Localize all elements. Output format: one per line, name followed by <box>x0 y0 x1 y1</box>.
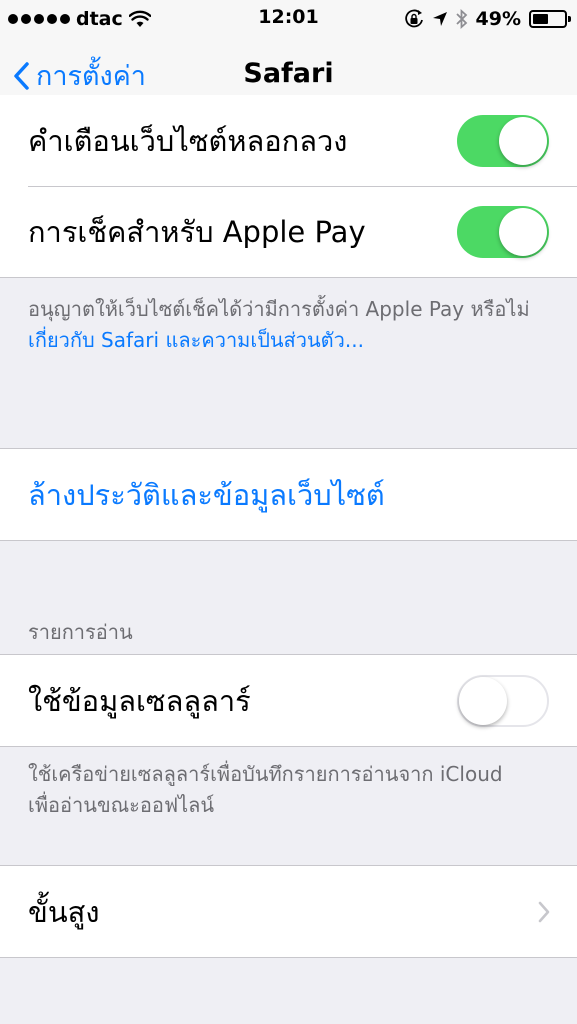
battery-icon <box>529 10 571 28</box>
apple-pay-check-toggle[interactable] <box>457 205 549 258</box>
cellular-data-row: ใช้ข้อมูลเซลลูลาร์ <box>0 655 577 746</box>
reading-list-footer: ใช้เครือข่ายเซลลูลาร์เพื่อบันทึกรายการอ่… <box>28 762 503 817</box>
advanced-label: ขั้นสูง <box>28 894 100 929</box>
page-title: Safari <box>243 58 334 89</box>
apple-pay-check-label: การเช็คสำหรับ Apple Pay <box>28 214 366 249</box>
advanced-row[interactable]: ขั้นสูง <box>0 866 577 957</box>
fraud-warning-toggle[interactable] <box>457 114 549 167</box>
chevron-right-icon <box>538 901 550 922</box>
fraud-warning-row: คำเตือนเว็บไซต์หลอกลวง <box>0 95 577 186</box>
location-icon <box>432 12 447 26</box>
fraud-warning-label: คำเตือนเว็บไซต์หลอกลวง <box>28 123 348 158</box>
clear-history-label: ล้างประวัติและข้อมูลเว็บไซต์ <box>28 477 385 512</box>
status-right: 49% <box>404 6 571 32</box>
advanced-group: ขั้นสูง <box>0 865 577 958</box>
clear-history-button[interactable]: ล้างประวัติและข้อมูลเว็บไซต์ <box>0 449 577 540</box>
safari-settings-screen: dtac 12:01 49% การตั้งค่า Safari คำเตือน… <box>0 0 577 1024</box>
cellular-data-toggle[interactable] <box>457 674 549 727</box>
safari-privacy-link[interactable]: เกี่ยวกับ Safari และความเป็นส่วนตัว... <box>28 325 553 356</box>
apple-pay-footer-text: อนุญาตให้เว็บไซต์เช็คได้ว่ามีการตั้งค่า … <box>28 297 530 321</box>
status-bar: dtac 12:01 49% <box>0 0 577 40</box>
reading-list-group: ใช้ข้อมูลเซลลูลาร์ <box>0 654 577 747</box>
clear-history-group: ล้างประวัติและข้อมูลเว็บไซต์ <box>0 448 577 541</box>
cellular-data-label: ใช้ข้อมูลเซลลูลาร์ <box>28 683 251 718</box>
orientation-lock-icon <box>404 9 423 28</box>
reading-list-header: รายการอ่าน <box>28 620 133 644</box>
apple-pay-check-row: การเช็คสำหรับ Apple Pay <box>0 186 577 277</box>
battery-percent: 49% <box>475 8 521 30</box>
security-group: คำเตือนเว็บไซต์หลอกลวง การเช็คสำหรับ App… <box>0 95 577 278</box>
apple-pay-footer: อนุญาตให้เว็บไซต์เช็คได้ว่ามีการตั้งค่า … <box>28 294 553 356</box>
bluetooth-icon <box>455 9 467 29</box>
